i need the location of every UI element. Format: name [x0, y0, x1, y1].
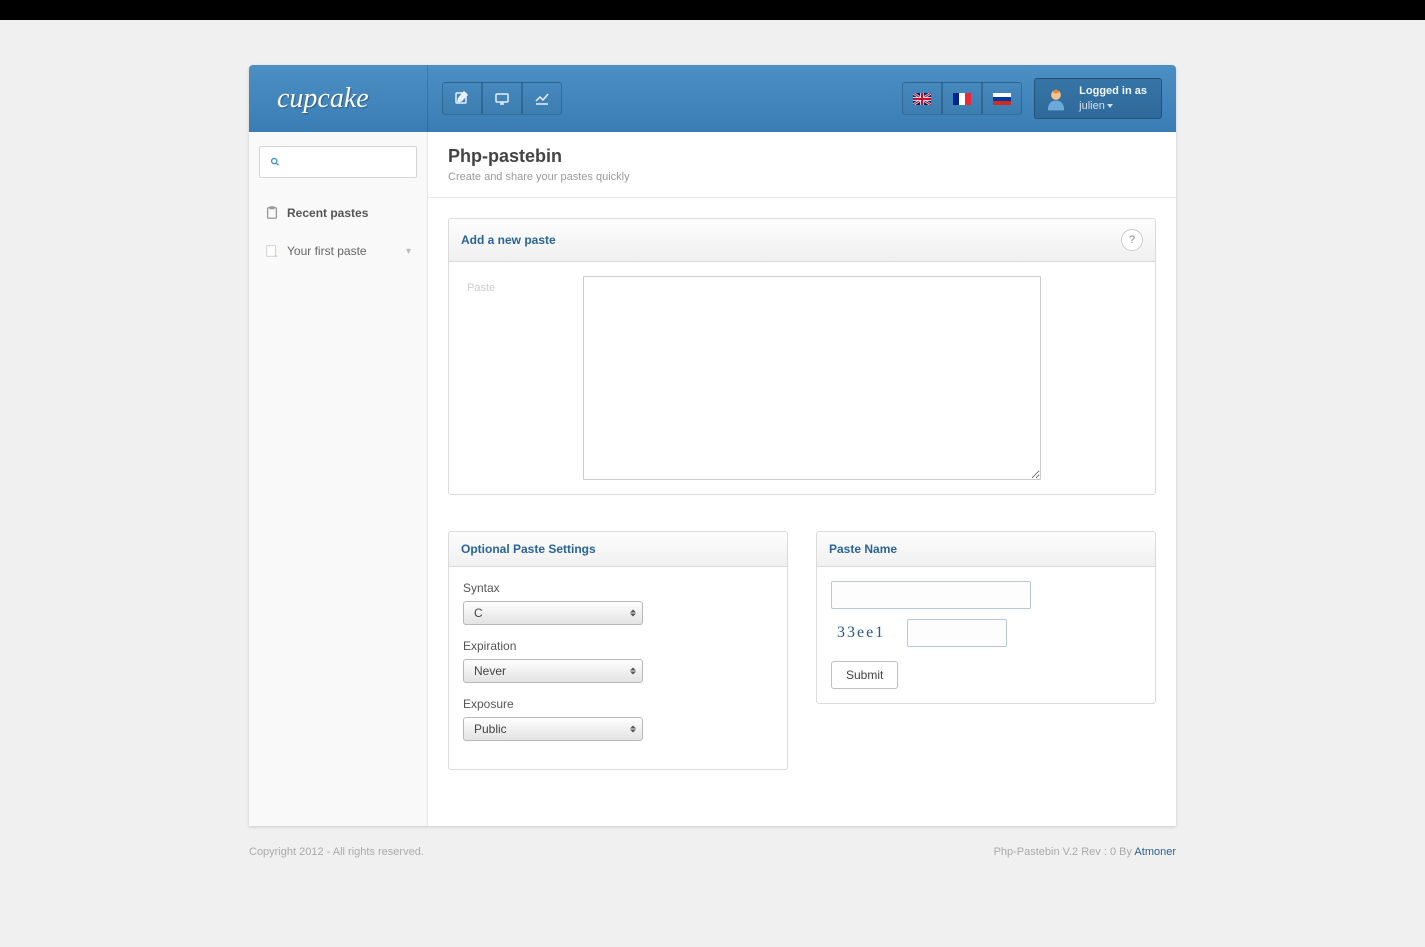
chevron-down-icon: ▾ — [406, 246, 411, 257]
brand-logo[interactable]: cupcake — [277, 83, 369, 115]
main: Php-pastebin Create and share your paste… — [428, 132, 1176, 826]
sidebar: Recent pastes Your first paste ▾ — [249, 132, 428, 826]
help-button[interactable]: ? — [1121, 229, 1143, 251]
captcha-input[interactable] — [907, 619, 1007, 647]
caret-down-icon — [1107, 104, 1113, 108]
logo-area: cupcake — [249, 65, 428, 132]
panel-paste-name: Paste Name 33ee1 Submit — [816, 531, 1156, 704]
username: julien — [1079, 100, 1105, 112]
edit-icon — [454, 91, 470, 107]
logged-in-label: Logged in as — [1079, 84, 1147, 98]
language-switcher — [902, 65, 1022, 132]
flag-uk-icon — [913, 93, 931, 105]
search-input[interactable] — [288, 155, 406, 169]
copyright: Copyright 2012 - All rights reserved. — [249, 846, 424, 858]
expiration-select[interactable]: Never — [463, 659, 643, 683]
expiration-label: Expiration — [463, 639, 773, 653]
paste-textarea[interactable] — [583, 276, 1041, 480]
select-arrows-icon — [630, 610, 636, 617]
user-text: Logged in as julien — [1079, 84, 1147, 113]
search-box[interactable] — [259, 146, 417, 178]
syntax-label: Syntax — [463, 581, 773, 595]
captcha-code: 33ee1 — [831, 622, 891, 644]
sidebar-item-label: Your first paste — [287, 244, 367, 258]
top-bar — [0, 0, 1425, 20]
user-menu[interactable]: Logged in as julien — [1034, 78, 1162, 119]
select-arrows-icon — [630, 726, 636, 733]
sidebar-item-first-paste[interactable]: Your first paste ▾ — [259, 238, 417, 264]
panel-settings: Optional Paste Settings Syntax C — [448, 531, 788, 770]
compose-button[interactable] — [442, 82, 482, 115]
page-subtitle: Create and share your pastes quickly — [448, 171, 1156, 183]
header-buttons — [428, 65, 562, 132]
page-head: Php-pastebin Create and share your paste… — [428, 132, 1176, 198]
syntax-select[interactable]: C — [463, 601, 643, 625]
panel-add-paste: Add a new paste ? Paste — [448, 218, 1156, 495]
monitor-icon — [494, 91, 510, 107]
clipboard-icon — [265, 206, 279, 220]
lang-en-button[interactable] — [902, 82, 942, 115]
paste-label: Paste — [463, 276, 563, 480]
paste-name-title: Paste Name — [829, 542, 897, 556]
note-icon — [265, 244, 279, 258]
settings-title: Optional Paste Settings — [461, 542, 596, 556]
lang-ru-button[interactable] — [982, 82, 1022, 115]
stats-button[interactable] — [522, 82, 562, 115]
exposure-select[interactable]: Public — [463, 717, 643, 741]
sidebar-section-title: Recent pastes — [259, 206, 417, 220]
header: cupcake — [249, 65, 1176, 132]
footer-right: Php-Pastebin V.2 Rev : 0 By Atmoner — [994, 846, 1176, 858]
select-arrows-icon — [630, 668, 636, 675]
avatar-icon — [1043, 86, 1069, 112]
monitor-button[interactable] — [482, 82, 522, 115]
footer: Copyright 2012 - All rights reserved. Ph… — [249, 826, 1176, 898]
flag-fr-icon — [953, 93, 971, 105]
page-title: Php-pastebin — [448, 146, 1156, 167]
exposure-label: Exposure — [463, 697, 773, 711]
submit-button[interactable]: Submit — [831, 661, 898, 689]
panel-title: Add a new paste — [461, 233, 556, 247]
paste-name-input[interactable] — [831, 581, 1031, 609]
lang-fr-button[interactable] — [942, 82, 982, 115]
flag-ru-icon — [993, 93, 1011, 105]
author-link[interactable]: Atmoner — [1134, 846, 1176, 858]
search-icon — [270, 156, 280, 168]
chart-icon — [534, 91, 550, 107]
